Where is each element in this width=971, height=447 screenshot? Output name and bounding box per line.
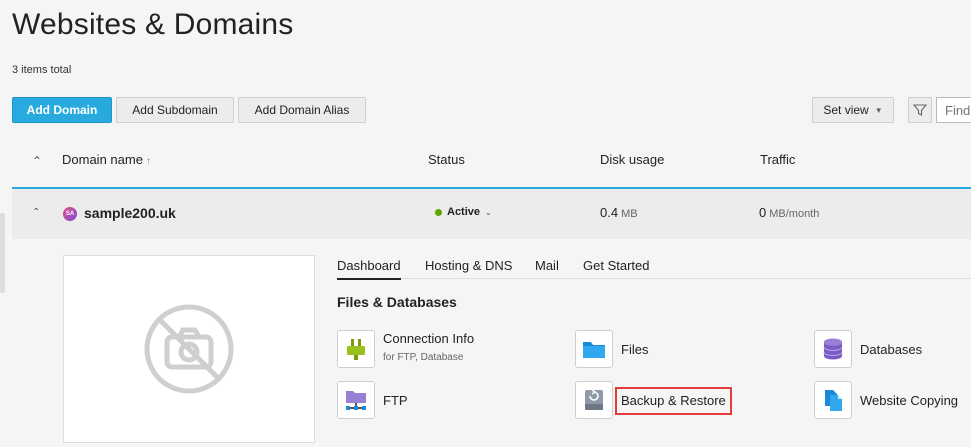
chevron-down-icon: ⌄ [485,207,492,217]
traffic-unit: MB/month [769,208,820,220]
files-label: Files [621,342,649,357]
column-disk-usage[interactable]: Disk usage [600,152,664,167]
column-status[interactable]: Status [428,152,465,167]
sort-ascending-icon: ↑ [145,156,151,167]
column-domain-name-label: Domain name [62,152,143,167]
filter-button[interactable] [908,97,932,123]
status-label: Active [447,206,481,218]
connection-info-sub: for FTP, Database [383,352,464,363]
domain-name-link[interactable]: sample200.uk [84,205,176,221]
folder-icon [575,330,613,368]
set-view-button[interactable]: Set view ▼ [812,97,894,123]
highlight-box [615,387,732,415]
add-subdomain-button[interactable]: Add Subdomain [116,97,234,123]
website-copying-tile[interactable]: Website Copying [814,381,958,419]
add-domain-alias-button[interactable]: Add Domain Alias [238,97,366,123]
set-view-label: Set view [823,103,869,117]
backup-icon [575,381,613,419]
status-dropdown[interactable]: Active ⌄ [435,206,492,218]
add-domain-button[interactable]: Add Domain [12,97,112,123]
connection-info-label: Connection Info [383,331,475,346]
section-title: Files & Databases [337,294,457,310]
tab-dashboard[interactable]: Dashboard [337,258,401,280]
table-header: ⌃ Domain name ↑ Status Disk usage Traffic [12,140,971,188]
tab-get-started[interactable]: Get Started [583,258,649,278]
no-camera-icon [144,304,234,394]
databases-tile[interactable]: Databases [814,330,922,368]
databases-label: Databases [860,342,923,357]
table-row: ⌃ SA sample200.uk Active ⌄ 0.4 MB 0 MB/mon… [12,189,971,239]
scrollbar[interactable] [0,213,5,293]
status-active-icon [435,208,442,216]
plug-icon [337,330,375,368]
traffic-value: 0 MB/month [759,205,819,220]
files-tile[interactable]: Files [575,330,648,368]
search-input[interactable] [936,97,971,123]
tab-mail[interactable]: Mail [535,258,559,278]
items-count: 3 items total [12,64,72,76]
copy-pages-icon [814,381,852,419]
disk-usage-unit: MB [621,208,638,220]
disk-usage-number: 0.4 [600,205,619,220]
ftp-tile[interactable]: FTP [337,381,408,419]
page-title: Websites & Domains [12,8,294,41]
traffic-number: 0 [759,205,767,220]
database-icon [814,330,852,368]
connection-info-tile[interactable]: Connection Info for FTP, Database [337,330,474,368]
domain-tabs: Dashboard Hosting & DNS Mail Get Started [337,252,971,280]
disk-usage-value: 0.4 MB [600,205,638,220]
tab-hosting-dns[interactable]: Hosting & DNS [425,258,512,278]
filter-icon [913,104,927,116]
site-preview[interactable] [63,255,315,443]
website-copying-label: Website Copying [860,393,959,408]
chevron-down-icon: ▼ [874,105,883,115]
collapse-all-icon[interactable]: ⌃ [32,154,42,168]
ftp-label: FTP [383,393,408,408]
connection-info-text: Connection Info for FTP, Database [383,331,474,363]
ftp-folder-icon [337,381,375,419]
column-traffic[interactable]: Traffic [760,152,795,167]
column-domain-name[interactable]: Domain name ↑ [62,152,151,167]
avatar: SA [63,207,77,221]
collapse-row-icon[interactable]: ⌃ [32,207,40,218]
